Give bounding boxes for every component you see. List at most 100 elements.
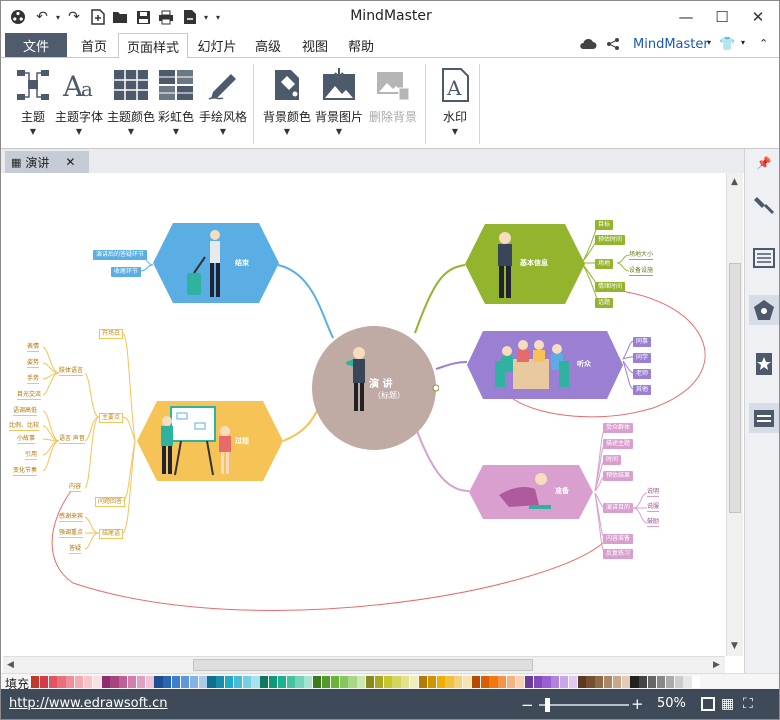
color-swatch[interactable]	[612, 676, 622, 688]
color-swatch[interactable]	[427, 676, 436, 688]
color-swatch[interactable]	[383, 676, 392, 688]
purpose-item[interactable]: 说明	[647, 488, 660, 497]
color-swatch[interactable]	[321, 676, 331, 688]
tab-page-style[interactable]: 页面样式	[118, 33, 188, 58]
color-swatch[interactable]	[595, 676, 604, 688]
tab-advanced[interactable]: 高级	[246, 33, 290, 57]
skin-icon[interactable]: 👕	[719, 37, 735, 52]
print-icon[interactable]	[157, 8, 175, 26]
color-swatch[interactable]	[586, 676, 595, 688]
fit-page-icon[interactable]	[701, 697, 715, 711]
color-swatch[interactable]	[286, 676, 295, 688]
share-icon[interactable]	[606, 37, 620, 54]
audience-item[interactable]: 老师	[633, 369, 652, 379]
color-swatch[interactable]	[180, 676, 190, 688]
redo-icon[interactable]: ↷	[65, 8, 83, 26]
color-swatch[interactable]	[145, 676, 154, 688]
color-swatch[interactable]	[454, 676, 463, 688]
audience-item[interactable]: 同学	[633, 353, 652, 363]
process-item[interactable]: 主要点	[99, 413, 124, 423]
color-swatch[interactable]	[692, 676, 701, 688]
color-swatch[interactable]	[674, 676, 683, 688]
topic-preparation[interactable]	[469, 465, 593, 519]
account-menu[interactable]: MindMaster	[633, 37, 709, 52]
preparation-item[interactable]: 内容准备	[603, 534, 634, 544]
chevron-down-icon[interactable]: ▾	[741, 38, 745, 47]
background-color-button[interactable]: 背景颜色 ▼	[259, 66, 315, 144]
color-swatch[interactable]	[66, 676, 75, 688]
zoom-out-icon[interactable]: −	[521, 696, 534, 714]
zoom-slider[interactable]	[539, 698, 629, 712]
save-icon[interactable]	[134, 8, 152, 26]
basic-info-item[interactable]: 预估时间	[595, 235, 626, 245]
color-swatch[interactable]	[524, 676, 533, 688]
process-item[interactable]: 开场白	[99, 329, 124, 339]
customize-icon[interactable]: ▾	[209, 8, 227, 26]
voice-node[interactable]: 语言 声音	[59, 435, 85, 444]
maximize-button[interactable]: ☐	[707, 5, 737, 29]
zoom-in-icon[interactable]: +	[631, 695, 644, 713]
color-swatch[interactable]	[339, 676, 348, 688]
color-swatch[interactable]	[630, 676, 639, 688]
audience-item[interactable]: 其他	[633, 385, 652, 395]
ending-item[interactable]: 答疑	[69, 545, 82, 554]
purpose-item[interactable]: 说服	[647, 503, 660, 512]
format-brush-icon[interactable]	[749, 189, 779, 219]
venue-item[interactable]: 场地大小	[629, 251, 654, 260]
color-swatch[interactable]	[392, 676, 401, 688]
color-swatch[interactable]	[648, 676, 657, 688]
color-swatch[interactable]	[515, 676, 525, 688]
color-swatch[interactable]	[92, 676, 101, 688]
color-swatch[interactable]	[251, 676, 260, 688]
color-swatch[interactable]	[31, 676, 40, 688]
color-swatch[interactable]	[163, 676, 172, 688]
scroll-right-icon[interactable]: ▶	[713, 660, 720, 670]
color-swatch[interactable]	[189, 676, 198, 688]
color-swatch[interactable]	[304, 676, 313, 688]
preparation-item[interactable]: 反复练习	[603, 549, 634, 559]
ending-item[interactable]: 感谢来宾	[59, 513, 84, 522]
color-swatch[interactable]	[639, 676, 648, 688]
file-menu-tab[interactable]: 文件	[5, 33, 67, 57]
color-swatch[interactable]	[533, 676, 542, 688]
color-swatch[interactable]	[233, 676, 242, 688]
color-swatch[interactable]	[568, 676, 577, 688]
color-swatch[interactable]	[330, 676, 339, 688]
body-language-item[interactable]: 姿势	[27, 359, 40, 368]
bookmark-star-icon[interactable]	[749, 349, 779, 379]
pin-icon[interactable]: 📌	[749, 151, 779, 175]
tab-view[interactable]: 视图	[293, 33, 337, 57]
color-swatch[interactable]	[656, 676, 666, 688]
color-swatch[interactable]	[489, 676, 498, 688]
venue-item[interactable]: 设备设施	[629, 267, 654, 276]
color-swatch[interactable]	[57, 676, 66, 688]
slides-icon[interactable]	[749, 403, 779, 433]
color-swatch[interactable]	[207, 676, 216, 688]
fullscreen-icon[interactable]: ⛶	[743, 696, 753, 712]
process-item[interactable]: 结尾语	[99, 529, 124, 539]
vertical-scrollbar[interactable]: ▲ ▼	[726, 173, 743, 656]
theme-style-icon[interactable]	[749, 295, 779, 325]
color-swatch[interactable]	[577, 676, 586, 688]
color-swatch[interactable]	[313, 676, 322, 688]
color-swatch[interactable]	[374, 676, 384, 688]
ending-item[interactable]: 强调重点	[59, 529, 84, 538]
close-button[interactable]: ✕	[743, 5, 773, 29]
preparation-item[interactable]: 受众群体	[603, 423, 634, 433]
color-swatch[interactable]	[445, 676, 454, 688]
color-swatch[interactable]	[83, 676, 93, 688]
topic-conclusion[interactable]	[153, 223, 279, 303]
voice-item[interactable]: 比例、比较	[9, 422, 40, 431]
body-language-node[interactable]: 肢体语言	[59, 367, 84, 376]
close-icon[interactable]: ✕	[65, 155, 75, 169]
color-swatch[interactable]	[119, 676, 128, 688]
hand-drawn-button[interactable]: 手绘风格 ▼	[195, 66, 251, 144]
tab-slides[interactable]: 幻灯片	[191, 33, 243, 57]
open-icon[interactable]	[111, 8, 129, 26]
new-icon[interactable]	[89, 8, 107, 26]
body-language-item[interactable]: 表情	[27, 343, 40, 352]
color-swatch[interactable]	[110, 676, 119, 688]
website-link[interactable]: http://www.edrawsoft.cn	[9, 696, 168, 711]
conclusion-item[interactable]: 收尾环节	[111, 267, 142, 277]
horizontal-scroll-thumb[interactable]	[193, 659, 533, 671]
